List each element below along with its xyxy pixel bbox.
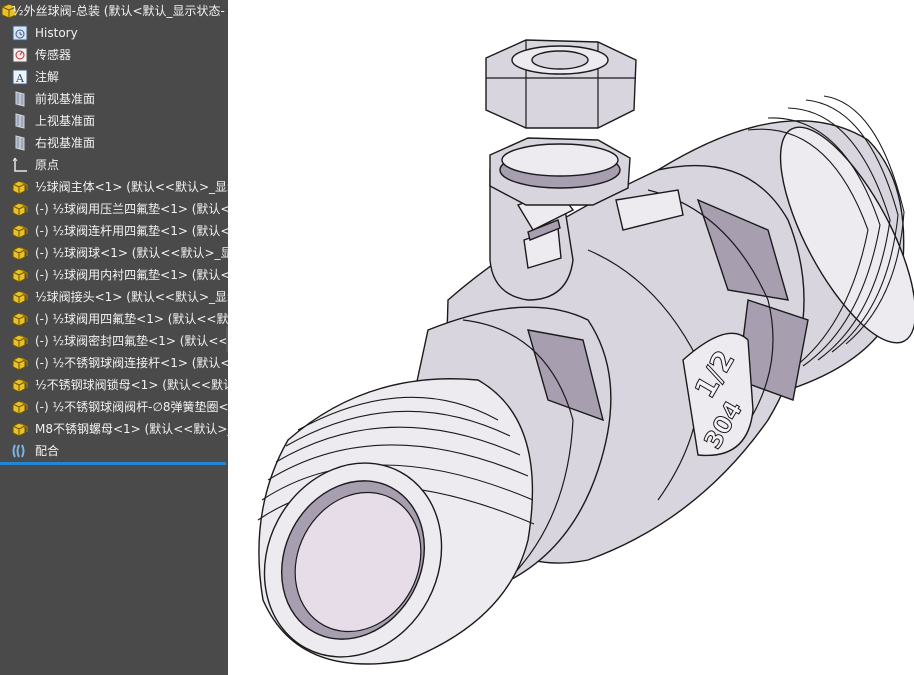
- tree-item[interactable]: (-) ½球阀用压兰四氟垫<1> (默认<: [0, 198, 228, 220]
- mates-icon: [12, 444, 25, 458]
- tree-item-label: 上视基准面: [35, 114, 96, 128]
- tree-item[interactable]: (-) ½球阀连杆用四氟垫<1> (默认<: [0, 220, 228, 242]
- plane-icon: [15, 135, 25, 151]
- part-icon: [12, 290, 28, 305]
- tree-selection-divider: [0, 462, 226, 465]
- tree-item[interactable]: (-) ½球阀用内衬四氟垫<1> (默认<: [0, 264, 228, 286]
- part-icon: [12, 268, 28, 283]
- tree-item[interactable]: 原点: [0, 154, 228, 176]
- part-icon: [12, 422, 28, 437]
- part-icon: [12, 312, 28, 327]
- origin-icon: [12, 157, 27, 172]
- tree-item[interactable]: (-) ½不锈钢球阀阀杆-∅8弹簧垫圈<: [0, 396, 228, 418]
- tree-item-label: (-) ½球阀密封四氟垫<1> (默认<<默: [35, 334, 228, 348]
- feature-manager-tree[interactable]: ½外丝球阀-总装 (默认<默认_显示状态- History 传感器 A 注解前视基准面…: [0, 0, 228, 675]
- tree-item[interactable]: (-) ½球阀密封四氟垫<1> (默认<<默: [0, 330, 228, 352]
- part-icon: [12, 224, 28, 239]
- tree-item[interactable]: ½球阀接头<1> (默认<<默认>_显示: [0, 286, 228, 308]
- stem-nut-assembly: [485, 39, 637, 206]
- part-icon: [12, 334, 28, 349]
- tree-item-label: ½不锈钢球阀锁母<1> (默认<<默认: [35, 378, 228, 392]
- tree-root-label: ½外丝球阀-总装 (默认<默认_显示状态-: [12, 4, 225, 18]
- tree-item[interactable]: 配合: [0, 440, 228, 462]
- tree-item-label: 右视基准面: [35, 136, 96, 150]
- svg-text:A: A: [15, 72, 25, 85]
- tree-item[interactable]: 前视基准面: [0, 88, 228, 110]
- graphics-viewport[interactable]: 1/2 304: [228, 0, 914, 675]
- tree-item-label: (-) ½球阀用压兰四氟垫<1> (默认<: [35, 202, 228, 216]
- part-icon: [12, 202, 28, 217]
- history-icon: [12, 25, 28, 41]
- tree-item-label: History: [35, 26, 78, 40]
- tree-item[interactable]: 右视基准面: [0, 132, 228, 154]
- tree-item[interactable]: (-) ½不锈钢球阀连接杆<1> (默认<: [0, 352, 228, 374]
- part-icon: [12, 356, 28, 371]
- tree-item[interactable]: ½不锈钢球阀锁母<1> (默认<<默认: [0, 374, 228, 396]
- plane-icon: [15, 113, 25, 129]
- tree-item-label: (-) ½不锈钢球阀连接杆<1> (默认<: [35, 356, 228, 370]
- tree-root-assembly[interactable]: ½外丝球阀-总装 (默认<默认_显示状态-: [0, 0, 228, 22]
- sensor-icon: [12, 47, 28, 63]
- tree-item[interactable]: M8不锈钢螺母<1> (默认<<默认>_: [0, 418, 228, 440]
- front-inlet-coupling: [257, 306, 612, 665]
- tree-item-label: 传感器: [35, 48, 72, 62]
- tree-item[interactable]: ½球阀主体<1> (默认<<默认>_显示: [0, 176, 228, 198]
- annotation-icon: A: [12, 69, 28, 85]
- tree-item[interactable]: (-) ½球阀球<1> (默认<<默认>_显: [0, 242, 228, 264]
- tree-item[interactable]: A 注解: [0, 66, 228, 88]
- part-icon: [12, 180, 28, 195]
- tree-item-label: ½球阀主体<1> (默认<<默认>_显示: [35, 180, 228, 194]
- ball-valve-model: 1/2 304: [257, 39, 914, 665]
- tree-item[interactable]: History: [0, 22, 228, 44]
- tree-item-label: 配合: [35, 444, 60, 458]
- tree-item-label: (-) ½球阀用内衬四氟垫<1> (默认<: [35, 268, 228, 282]
- part-icon: [12, 378, 28, 393]
- part-icon: [12, 246, 28, 261]
- tree-item-label: M8不锈钢螺母<1> (默认<<默认>_: [35, 422, 228, 436]
- tree-item-label: 注解: [35, 70, 60, 84]
- tree-item-label: (-) ½球阀连杆用四氟垫<1> (默认<: [35, 224, 228, 238]
- tree-item-label: (-) ½球阀用四氟垫<1> (默认<<默认: [35, 312, 228, 326]
- tree-item-label: 原点: [35, 158, 60, 172]
- tree-item[interactable]: (-) ½球阀用四氟垫<1> (默认<<默认: [0, 308, 228, 330]
- tree-item[interactable]: 上视基准面: [0, 110, 228, 132]
- tree-item-label: 前视基准面: [35, 92, 96, 106]
- plane-icon: [15, 91, 25, 107]
- tree-item-label: ½球阀接头<1> (默认<<默认>_显示: [35, 290, 228, 304]
- tree-item-label: (-) ½不锈钢球阀阀杆-∅8弹簧垫圈<: [35, 400, 228, 414]
- part-icon: [12, 400, 28, 415]
- tree-item-label: (-) ½球阀球<1> (默认<<默认>_显: [35, 246, 228, 260]
- tree-item[interactable]: 传感器: [0, 44, 228, 66]
